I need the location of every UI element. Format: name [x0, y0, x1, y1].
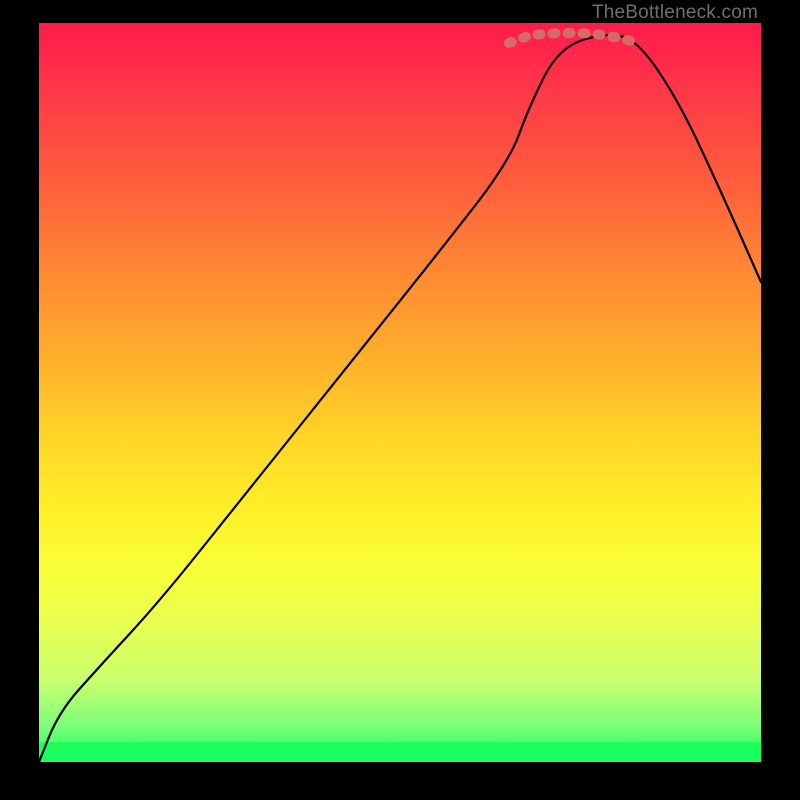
bottleneck-curve: [39, 35, 761, 762]
optimal-segment-marker: [509, 33, 637, 43]
chart-frame: TheBottleneck.com: [0, 0, 800, 800]
bottleneck-curve-svg: [39, 23, 761, 762]
watermark-text: TheBottleneck.com: [592, 2, 758, 24]
plot-area: [39, 23, 761, 762]
